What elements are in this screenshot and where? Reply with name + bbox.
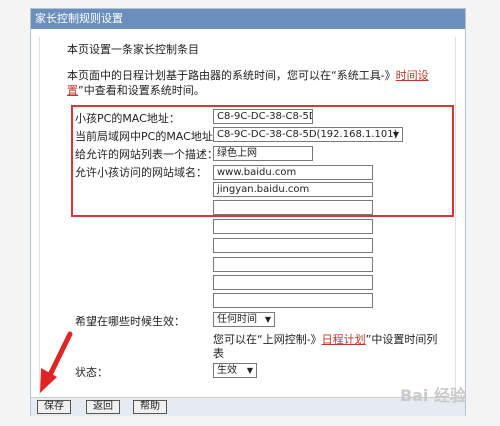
watermark-logo: Bai 经验 — [399, 386, 466, 405]
arrow-annotation — [40, 331, 73, 393]
